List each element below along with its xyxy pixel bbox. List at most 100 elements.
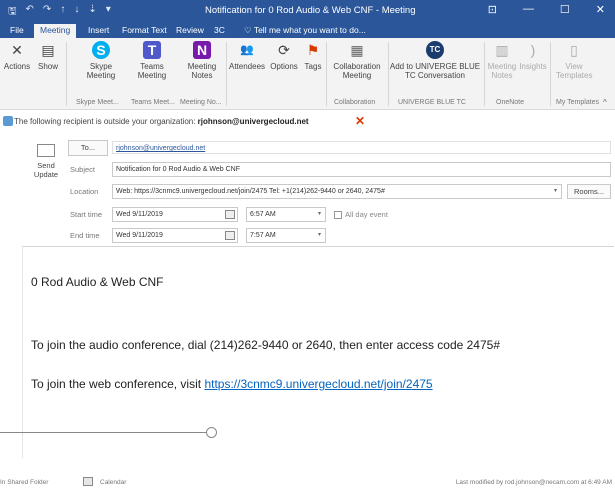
- calendar-icon[interactable]: [225, 231, 235, 240]
- to-button[interactable]: To...: [68, 140, 108, 156]
- collaboration-meeting-button[interactable]: ▦ Collaboration Meeting: [328, 41, 386, 80]
- insights-button[interactable]: ) Insights: [518, 41, 548, 71]
- send-update-button[interactable]: Send Update: [26, 142, 66, 192]
- web-prefix: To join the web conference, visit: [31, 377, 205, 391]
- people-icon: [3, 116, 13, 126]
- location-label: Location: [70, 187, 99, 196]
- tab-format-text[interactable]: Format Text: [116, 24, 173, 38]
- lightbulb-icon: ♡: [244, 25, 254, 35]
- ribbon-display-icon[interactable]: ⊡: [488, 3, 497, 16]
- end-time-field[interactable]: 7:57 AM ▾: [246, 228, 326, 243]
- group-separator: [226, 42, 227, 106]
- infobar-text: The following recipient is outside your …: [14, 117, 309, 126]
- meeting-body[interactable]: 0 Rod Audio & Web CNF To join the audio …: [22, 246, 614, 458]
- start-time-label: Start time: [70, 210, 103, 219]
- minimize-button[interactable]: —: [523, 3, 534, 16]
- undo-icon[interactable]: ↶: [26, 4, 34, 21]
- onenote-icon: N: [193, 41, 211, 59]
- options-label: Options: [270, 62, 298, 71]
- calendar-folder-icon: [83, 477, 93, 486]
- infobar-prefix: The following recipient is outside your …: [14, 117, 198, 126]
- tab-meeting[interactable]: Meeting: [34, 24, 77, 38]
- appointment-icon: ▤: [41, 42, 55, 58]
- status-bar: In Shared Folder Calendar Last modified …: [0, 476, 615, 490]
- actions-button[interactable]: ✕ Actions: [2, 41, 32, 71]
- univerge-tc-icon: TC: [426, 41, 444, 59]
- previous-item-icon[interactable]: ↑: [60, 4, 65, 21]
- tab-review[interactable]: Review: [170, 24, 210, 38]
- collapse-ribbon-icon[interactable]: ^: [603, 98, 607, 107]
- meeting-form: Send Update To... rjohnson@univergecloud…: [0, 132, 615, 244]
- tab-3c[interactable]: 3C: [208, 24, 231, 38]
- infobar-email: rjohnson@univergecloud.net: [197, 117, 309, 126]
- attendees-label: Attendees: [228, 62, 266, 71]
- to-field[interactable]: rjohnson@univergecloud.net: [112, 141, 611, 154]
- teams-meeting-button[interactable]: T Teams Meeting: [130, 41, 174, 80]
- add-to-univerge-label: Add to UNIVERGE BLUE TC Conversation: [389, 62, 481, 80]
- all-day-label: All day event: [345, 210, 388, 219]
- subject-field[interactable]: Notification for 0 Rod Audio & Web CNF: [112, 162, 611, 177]
- window-title: Notification for 0 Rod Audio & Web CNF -…: [205, 5, 416, 16]
- onenote-meeting-notes-button[interactable]: ▥ Meeting Notes: [486, 41, 518, 80]
- meeting-notes-label: Meeting Notes: [187, 62, 217, 80]
- remove-recipient-icon[interactable]: ✕: [355, 114, 365, 128]
- calendar-folder-label[interactable]: Calendar: [100, 479, 126, 486]
- maximize-button[interactable]: ☐: [560, 3, 570, 16]
- save-icon[interactable]: 🖫: [8, 4, 17, 21]
- location-dropdown-icon[interactable]: ▾: [554, 185, 557, 198]
- tab-insert[interactable]: Insert: [82, 24, 115, 38]
- add-to-univerge-button[interactable]: TC Add to UNIVERGE BLUE TC Conversation: [388, 41, 482, 80]
- all-day-checkbox[interactable]: [334, 211, 342, 219]
- body-heading: 0 Rod Audio & Web CNF: [31, 275, 164, 289]
- attendees-button[interactable]: 👥 Attendees: [228, 41, 266, 71]
- template-icon: ▯: [570, 42, 578, 58]
- skype-meeting-label: Skype Meeting: [86, 62, 116, 80]
- actions-label: Actions: [3, 62, 31, 71]
- skype-icon: S: [92, 41, 110, 59]
- group-univerge: UNIVERGE BLUE TC: [398, 99, 466, 106]
- redo-icon[interactable]: ↷: [43, 4, 51, 21]
- skype-meeting-button[interactable]: S Skype Meeting: [78, 41, 124, 80]
- start-time-dropdown-icon[interactable]: ▾: [318, 208, 321, 221]
- tell-me-label: Tell me what you want to do...: [253, 25, 366, 35]
- location-field[interactable]: Web: https://3cnmc9.univergecloud.net/jo…: [112, 184, 562, 199]
- external-recipient-infobar: The following recipient is outside your …: [0, 114, 615, 130]
- group-onenote: OneNote: [496, 99, 525, 106]
- next-item-icon[interactable]: ↓: [74, 4, 79, 21]
- audio-instructions: To join the audio conference, dial (214)…: [31, 338, 500, 352]
- calendar-icon[interactable]: [225, 210, 235, 219]
- attendees-icon: 👥: [240, 44, 254, 56]
- shared-folder-label: In Shared Folder: [0, 479, 49, 486]
- tags-button[interactable]: ⚑ Tags: [302, 41, 324, 71]
- view-templates-label: View Templates: [556, 62, 593, 80]
- end-time-label: End time: [70, 231, 100, 240]
- tell-me-search[interactable]: ♡ Tell me what you want to do...: [238, 24, 372, 38]
- delete-icon: ✕: [11, 42, 23, 58]
- end-date-value: Wed 9/11/2019: [116, 232, 163, 239]
- meeting-notes-button[interactable]: N Meeting Notes: [180, 41, 224, 80]
- tab-file[interactable]: File: [4, 24, 30, 38]
- close-button[interactable]: ✕: [596, 3, 605, 16]
- teams-meeting-label: Teams Meeting: [137, 62, 167, 80]
- callout-leader-dot: [206, 427, 217, 438]
- start-date-value: Wed 9/11/2019: [116, 211, 163, 218]
- end-time-dropdown-icon[interactable]: ▾: [318, 229, 321, 242]
- ribbon-tabs: File Meeting Insert Format Text Review 3…: [0, 22, 615, 38]
- start-time-field[interactable]: 6:57 AM ▾: [246, 207, 326, 222]
- customize-icon[interactable]: ⇣: [88, 4, 96, 21]
- rooms-button[interactable]: Rooms...: [567, 184, 611, 199]
- show-button[interactable]: ▤ Show: [34, 41, 62, 71]
- view-templates-button[interactable]: ▯ View Templates: [556, 41, 592, 80]
- window-controls: ⊡ — ☐ ✕: [488, 3, 605, 16]
- options-icon: ⟳: [278, 42, 290, 58]
- options-button[interactable]: ⟳ Options: [267, 41, 301, 71]
- notes-icon: ▥: [495, 42, 509, 58]
- insights-label: Insights: [519, 62, 547, 71]
- web-conference-link[interactable]: https://3cnmc9.univergecloud.net/join/24…: [204, 377, 432, 391]
- qat-dropdown-icon[interactable]: ▾: [106, 4, 111, 21]
- group-separator: [66, 42, 67, 106]
- start-date-field[interactable]: Wed 9/11/2019: [112, 207, 238, 222]
- group-skype: Skype Meet...: [76, 99, 119, 106]
- subject-label: Subject: [70, 165, 96, 174]
- end-date-field[interactable]: Wed 9/11/2019: [112, 228, 238, 243]
